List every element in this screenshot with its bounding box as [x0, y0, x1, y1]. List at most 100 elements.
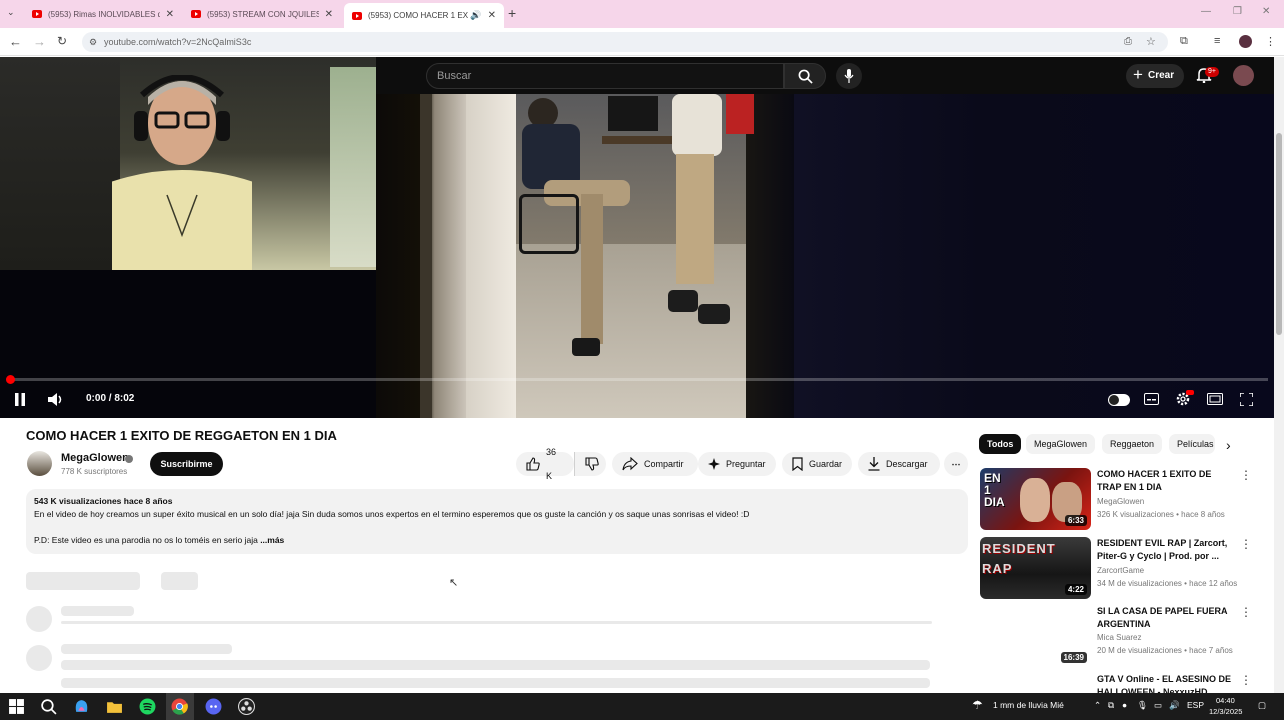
webcam-window: [330, 67, 376, 267]
save-button[interactable]: Guardar: [782, 452, 852, 476]
media-controls-icon[interactable]: ≡: [1214, 35, 1220, 47]
duration-badge: 16:39: [1060, 652, 1087, 663]
video-thumbnail[interactable]: 16:39: [980, 605, 1091, 667]
sort-skeleton: [161, 572, 198, 590]
new-tab-button[interactable]: +: [508, 5, 516, 21]
dislike-button[interactable]: [574, 452, 606, 476]
chip-reggaeton[interactable]: Reggaeton: [1102, 434, 1163, 454]
show-more-link[interactable]: ...más: [260, 535, 284, 545]
account-avatar[interactable]: [1233, 65, 1254, 86]
door-frame: [420, 94, 432, 418]
install-app-icon[interactable]: ⎙: [1124, 32, 1132, 52]
close-window-button[interactable]: ✕: [1262, 6, 1270, 17]
tab-search-icon[interactable]: ⌄: [7, 7, 15, 18]
volume-icon[interactable]: [48, 392, 65, 407]
extensions-icon[interactable]: ⧉: [1180, 35, 1188, 48]
voice-search-button[interactable]: [836, 63, 862, 89]
fullscreen-icon[interactable]: [1240, 393, 1253, 406]
recommendation-channel: MegaGlowen: [1097, 497, 1145, 506]
subscribe-button[interactable]: Suscribirme: [150, 452, 223, 476]
subtitles-icon[interactable]: [1144, 393, 1159, 405]
notifications-icon[interactable]: ▢: [1258, 700, 1266, 711]
browser-tab-1[interactable]: (5953) Rimas INOLVIDABLES qu ✕: [24, 4, 182, 24]
search-button[interactable]: [784, 63, 826, 89]
share-icon: [622, 457, 638, 471]
progress-bar[interactable]: [10, 378, 1268, 381]
recommendation-title: SI LA CASA DE PAPEL FUERA ARGENTINA: [1097, 606, 1228, 629]
tray-app-icon[interactable]: ⧉: [1108, 700, 1114, 711]
browser-tab-3-active[interactable]: (5953) COMO HACER 1 EXIT 🔊 ✕: [344, 3, 504, 28]
create-label: Crear: [1148, 70, 1175, 81]
site-info-icon[interactable]: ⚙: [89, 32, 97, 52]
network-icon[interactable]: ▭: [1154, 700, 1162, 711]
recommendation-menu-kebab-icon[interactable]: ⋮: [1240, 673, 1250, 687]
address-bar[interactable]: ⚙ youtube.com/watch?v=2NcQalmiS3c ⎙ ☆: [82, 32, 1168, 52]
video-player[interactable]: Buscar Crear 9+ 0:00 / 8:02: [0, 57, 1274, 418]
forward-icon[interactable]: →: [33, 34, 46, 49]
tray-app-icon[interactable]: ●: [1122, 700, 1127, 710]
channel-avatar[interactable]: [27, 451, 52, 476]
clock-time[interactable]: 04:40: [1216, 696, 1235, 705]
channel-name[interactable]: MegaGlowen: [61, 452, 129, 464]
close-icon[interactable]: ✕: [325, 9, 333, 20]
save-label: Guardar: [809, 459, 843, 469]
autoplay-toggle[interactable]: [1108, 394, 1130, 406]
scrollbar-thumb[interactable]: [1276, 133, 1282, 335]
share-button[interactable]: Compartir: [612, 452, 698, 476]
clock-date[interactable]: 12/3/2025: [1209, 707, 1242, 716]
search-input[interactable]: Buscar: [426, 63, 784, 89]
minimize-button[interactable]: —: [1201, 6, 1211, 17]
close-icon[interactable]: ✕: [166, 9, 174, 20]
discord-icon[interactable]: [205, 698, 222, 715]
recommendation-title: RESIDENT EVIL RAP | Zarcort, Piter-G y C…: [1097, 538, 1228, 561]
microphone-icon[interactable]: 🎙: [1137, 700, 1148, 711]
profile-avatar[interactable]: [1239, 35, 1252, 48]
description-box[interactable]: 543 K visualizaciones hace 8 años En el …: [26, 489, 968, 554]
recommendation-title: COMO HACER 1 EXITO DE TRAP EN 1 DIA: [1097, 469, 1212, 492]
more-actions-kebab-icon[interactable]: ⋯: [944, 452, 968, 476]
recommendation-item[interactable]: EN 1 DIA 6:33 COMO HACER 1 EXITO DE TRAP…: [980, 468, 1252, 532]
recommendation-item[interactable]: 16:39 SI LA CASA DE PAPEL FUERA ARGENTIN…: [980, 605, 1252, 669]
obs-icon[interactable]: [238, 698, 255, 715]
recommendation-menu-kebab-icon[interactable]: ⋮: [1240, 537, 1252, 551]
volume-icon[interactable]: 🔊: [1169, 700, 1180, 711]
ask-button[interactable]: Preguntar: [698, 452, 776, 476]
ask-label: Preguntar: [726, 459, 766, 469]
hd-badge: [1186, 390, 1194, 395]
reload-icon[interactable]: ↻: [57, 34, 67, 48]
close-icon[interactable]: ✕: [488, 10, 496, 21]
chip-peliculas[interactable]: Películas: [1169, 434, 1215, 454]
download-button[interactable]: Descargar: [858, 452, 940, 476]
like-button[interactable]: 36 K: [516, 447, 574, 481]
chrome-icon[interactable]: [171, 698, 188, 715]
recommendation-menu-kebab-icon[interactable]: ⋮: [1240, 605, 1252, 619]
copilot-icon[interactable]: [73, 698, 90, 715]
url-text: youtube.com/watch?v=2NcQalmiS3c: [104, 37, 252, 47]
video-thumbnail[interactable]: RESIDENT RAP 4:22: [980, 537, 1091, 599]
maximize-button[interactable]: ❐: [1233, 6, 1242, 17]
show-hidden-icons-chevron-icon[interactable]: ⌃: [1094, 700, 1101, 711]
recommendation-item[interactable]: RESIDENT RAP 4:22 RESIDENT EVIL RAP | Za…: [980, 537, 1252, 601]
menu-kebab-icon[interactable]: ⋮: [1265, 35, 1276, 48]
speaker-icon[interactable]: 🔊: [470, 10, 481, 21]
theater-mode-icon[interactable]: [1207, 393, 1223, 405]
office-chair: [519, 194, 579, 254]
back-icon[interactable]: ←: [9, 34, 22, 49]
file-explorer-icon[interactable]: [106, 698, 123, 715]
recommendation-menu-kebab-icon[interactable]: ⋮: [1240, 468, 1252, 482]
pause-icon[interactable]: [14, 393, 26, 406]
browser-tab-2[interactable]: (5953) STREAM CON JQUILES Y ✕: [183, 4, 341, 24]
windows-start-icon[interactable]: [8, 698, 25, 715]
chips-next-chevron-icon[interactable]: ›: [1226, 437, 1231, 453]
bookmark-star-icon[interactable]: ☆: [1146, 32, 1156, 52]
video-thumbnail[interactable]: EN 1 DIA 6:33: [980, 468, 1091, 530]
recommendation-item[interactable]: GTA V Online - EL ASESINO DE HALLOWEEN -…: [980, 673, 1250, 693]
create-button[interactable]: Crear: [1126, 63, 1184, 88]
weather-text[interactable]: 1 mm de lluvia Mié: [993, 700, 1064, 710]
spotify-icon[interactable]: [139, 698, 156, 715]
progress-scrubber[interactable]: [6, 375, 15, 384]
search-icon[interactable]: [40, 698, 57, 715]
chip-megaglowen[interactable]: MegaGlowen: [1026, 434, 1096, 454]
chip-todos[interactable]: Todos: [979, 434, 1022, 454]
keyboard-language[interactable]: ESP: [1187, 700, 1204, 710]
